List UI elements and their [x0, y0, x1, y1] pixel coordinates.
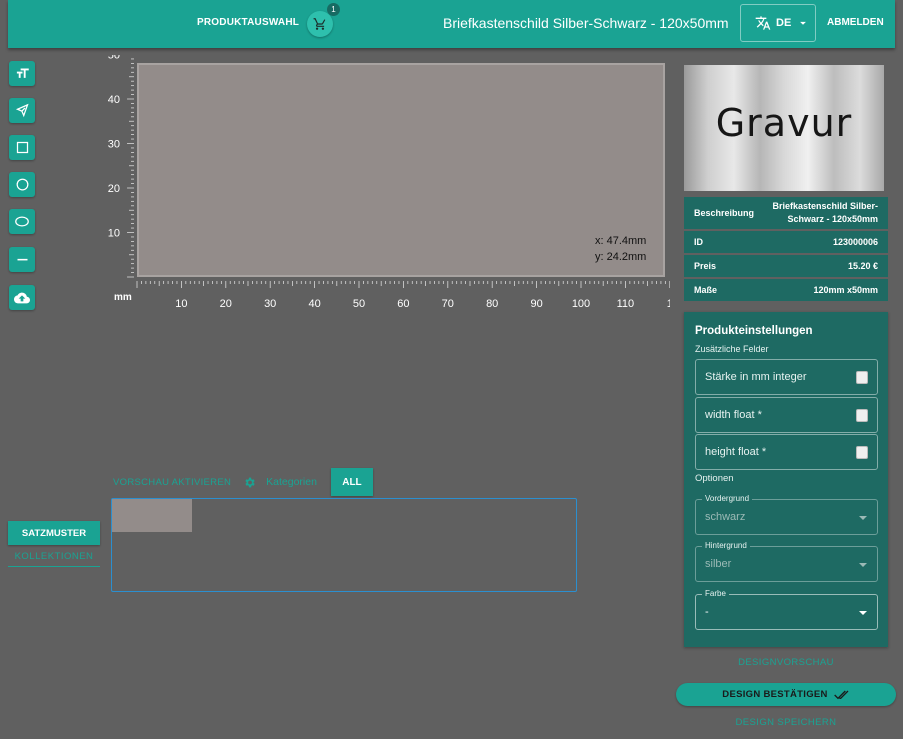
- x-ruler-label: 20: [220, 298, 232, 310]
- translate-icon: [755, 16, 771, 30]
- pointer-tool-button[interactable]: [9, 98, 35, 123]
- info-label: Preis: [694, 261, 717, 271]
- x-ruler-label: 30: [264, 298, 276, 310]
- info-label: ID: [694, 237, 703, 247]
- x-ruler-label: 1: [667, 298, 670, 310]
- product-image-engraving-text: Gravur: [715, 101, 853, 145]
- y-ruler-label: 20: [108, 183, 120, 195]
- info-value: 123000006: [832, 236, 878, 247]
- design-canvas[interactable]: x: 47.4mm y: 24.2mm: [137, 63, 665, 277]
- top-app-bar: PRODUKTAUSWAHL 1 Briefkastenschild Silbe…: [8, 0, 895, 48]
- gear-icon[interactable]: [243, 476, 256, 489]
- x-ruler-label: 80: [486, 298, 498, 310]
- x-ruler-label: 70: [442, 298, 454, 310]
- logout-button[interactable]: ABMELDEN: [827, 17, 884, 28]
- x-ruler-label: 90: [530, 298, 542, 310]
- text-tool-button[interactable]: [9, 61, 35, 86]
- all-category-button[interactable]: ALL: [330, 468, 373, 496]
- cart-icon: [313, 18, 326, 30]
- field-label: Stärke in mm integer: [705, 371, 807, 383]
- cart-count-badge: 1: [327, 3, 340, 16]
- product-settings-panel: Produkteinstellungen Zusätzliche Felder …: [684, 312, 888, 647]
- square-icon: [16, 141, 28, 154]
- x-ruler-label: 10: [175, 298, 187, 310]
- vordergrund-select[interactable]: Vordergrund schwarz: [695, 494, 878, 535]
- info-value: Briefkastenschild Silber-Schwarz - 120x5…: [772, 201, 878, 224]
- design-speichern-button[interactable]: DESIGN SPEICHERN: [684, 717, 888, 728]
- chevron-down-icon: [800, 21, 807, 25]
- ruler-unit-label: mm: [114, 292, 132, 303]
- cloud-upload-icon: [14, 292, 30, 303]
- x-ruler-label: 110: [617, 298, 635, 310]
- design-vorschau-button[interactable]: DESIGNVORSCHAU: [684, 657, 888, 668]
- staerke-input[interactable]: Stärke in mm integer: [695, 359, 878, 395]
- vorschau-aktivieren-link[interactable]: VORSCHAU AKTIVIEREN: [113, 477, 231, 488]
- width-input[interactable]: width float *: [695, 397, 878, 433]
- product-title: Briefkastenschild Silber-Schwarz - 120x5…: [443, 15, 729, 31]
- y-ruler-label: 50: [108, 55, 120, 62]
- field-label: width float *: [705, 409, 762, 421]
- coord-y-readout: y: 24.2mm: [595, 251, 647, 263]
- kategorien-link[interactable]: Kategorien: [266, 476, 317, 488]
- rectangle-tool-button[interactable]: [9, 135, 35, 160]
- info-row-masse: Maße 120mm x50mm: [684, 279, 888, 301]
- y-ruler-label: 10: [108, 228, 120, 240]
- line-icon: [17, 258, 27, 261]
- ellipse-tool-button[interactable]: [9, 209, 35, 234]
- chevron-down-icon: [859, 516, 867, 520]
- product-info-table: Beschreibung Briefkastenschild Silber-Sc…: [684, 197, 888, 303]
- kollektionen-button[interactable]: KOLLEKTIONEN: [8, 547, 100, 567]
- text-size-icon: [16, 68, 29, 78]
- x-ruler-label: 40: [308, 298, 320, 310]
- coord-x-readout: x: 47.4mm: [595, 235, 647, 247]
- language-select[interactable]: DE: [740, 4, 816, 42]
- y-ruler-label: 40: [108, 94, 120, 106]
- ellipse-icon: [15, 216, 29, 227]
- chevron-down-icon: [859, 563, 867, 567]
- language-value: DE: [776, 17, 792, 29]
- select-value: silber: [705, 558, 732, 570]
- y-ruler-label: 30: [108, 139, 120, 151]
- circle-icon: [16, 178, 28, 191]
- x-ruler-label: 50: [353, 298, 365, 310]
- settings-title: Produkteinstellungen: [695, 325, 813, 337]
- hintergrund-select[interactable]: Hintergrund silber: [695, 541, 878, 582]
- x-ruler-label: 60: [397, 298, 409, 310]
- design-bestaetigen-button[interactable]: DESIGN BESTÄTIGEN: [676, 683, 896, 706]
- info-label: Maße: [694, 285, 718, 295]
- info-row-preis: Preis 15.20 €: [684, 255, 888, 277]
- product-image: Gravur: [684, 65, 884, 191]
- double-check-icon: [833, 690, 849, 699]
- line-tool-button[interactable]: [9, 247, 35, 272]
- select-label: Vordergrund: [702, 494, 753, 503]
- upload-tool-button[interactable]: [9, 285, 35, 310]
- template-preview-list: [111, 498, 577, 592]
- select-label: Hintergrund: [702, 541, 750, 550]
- select-value: -: [705, 606, 709, 618]
- select-value: schwarz: [705, 511, 746, 523]
- spinner-icon[interactable]: [856, 409, 868, 422]
- design-bestaetigen-label: DESIGN BESTÄTIGEN: [722, 689, 828, 700]
- circle-tool-button[interactable]: [9, 172, 35, 197]
- options-label: Optionen: [695, 473, 734, 484]
- produktauswahl-link[interactable]: PRODUKTAUSWAHL: [197, 17, 299, 28]
- satzmuster-button[interactable]: SATZMUSTER: [8, 521, 100, 545]
- height-input[interactable]: height float *: [695, 434, 878, 470]
- farbe-select[interactable]: Farbe -: [695, 589, 878, 630]
- info-value: 15.20 €: [847, 260, 878, 271]
- info-value: 120mm x50mm: [813, 284, 878, 295]
- info-row-beschreibung: Beschreibung Briefkastenschild Silber-Sc…: [684, 197, 888, 229]
- preview-toolbar: VORSCHAU AKTIVIEREN Kategorien ALL: [113, 468, 373, 496]
- template-thumbnail[interactable]: [112, 499, 192, 532]
- spinner-icon[interactable]: [856, 446, 868, 459]
- info-row-id: ID 123000006: [684, 231, 888, 253]
- spinner-icon[interactable]: [856, 371, 868, 384]
- info-label: Beschreibung: [694, 208, 755, 218]
- field-label: height float *: [705, 446, 767, 458]
- select-label: Farbe: [702, 589, 729, 598]
- extra-fields-label: Zusätzliche Felder: [695, 344, 769, 354]
- chevron-down-icon: [859, 611, 867, 615]
- x-ruler-label: 100: [572, 298, 590, 310]
- pointer-icon: [15, 103, 29, 118]
